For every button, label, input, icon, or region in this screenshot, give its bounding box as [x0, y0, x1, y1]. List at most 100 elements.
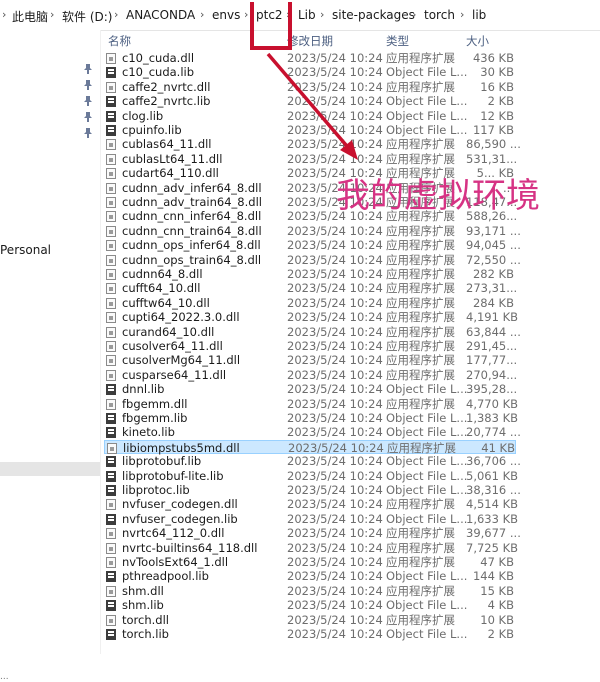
file-size: 12 KB: [480, 108, 514, 123]
file-row[interactable]: cusparse64_11.dll 2023/5/24 10:24 应用程序扩展 27…: [104, 367, 517, 383]
file-size: 16 KB: [480, 79, 514, 94]
file-row[interactable]: libprotobuf-lite.lib 2023/5/24 10:24 Objec…: [104, 469, 518, 484]
file-row[interactable]: nvrtc64_112_0.dll 2023/5/24 10:24 应用程序扩展 39…: [104, 526, 521, 541]
file-name: cusparse64_11.dll: [122, 367, 227, 382]
pane-divider[interactable]: [100, 30, 101, 654]
breadcrumb-item[interactable]: ptc2: [256, 8, 283, 22]
file-name: c10_cuda.lib: [122, 65, 195, 80]
column-header-name[interactable]: 名称: [108, 33, 131, 51]
file-row[interactable]: caffe2_nvrtc.lib 2023/5/24 10:24 Object Fi…: [104, 94, 516, 109]
file-size: 86,590 ...: [466, 137, 521, 152]
file-type: Object File L...: [386, 411, 468, 425]
nav-item-personal[interactable]: Personal: [0, 243, 51, 257]
file-date: 2023/5/24 10:24: [287, 281, 383, 296]
breadcrumb-item[interactable]: 此电脑: [12, 8, 48, 25]
dll-file-icon: [106, 312, 116, 324]
file-row[interactable]: cusolverMg64_11.dll 2023/5/24 10:24 应用程序扩展…: [104, 353, 518, 368]
breadcrumb-item[interactable]: Lib: [298, 8, 316, 22]
file-row[interactable]: torch.lib 2023/5/24 10:24 Object File L...…: [104, 627, 516, 642]
file-row[interactable]: cudnn_cnn_train64_8.dll 2023/5/24 10:24 应用…: [104, 224, 521, 239]
file-date: 2023/5/24 10:24: [287, 598, 383, 613]
file-row[interactable]: c10_cuda.dll 2023/5/24 10:24 应用程序扩展 436 KB: [104, 51, 516, 66]
dll-file-icon: [106, 53, 116, 64]
file-name: shm.dll: [122, 583, 164, 598]
file-row[interactable]: curand64_10.dll 2023/5/24 10:24 应用程序扩展 63,8…: [104, 324, 521, 340]
file-row[interactable]: caffe2_nvrtc.dll 2023/5/24 10:24 应用程序扩展 16 …: [104, 80, 516, 95]
file-row[interactable]: cudnn64_8.dll 2023/5/24 10:24 应用程序扩展 282 KB: [104, 267, 516, 282]
file-row[interactable]: torch.dll 2023/5/24 10:24 应用程序扩展 10 KB: [104, 613, 516, 628]
lib-file-icon: [106, 125, 116, 136]
file-row[interactable]: kineto.lib 2023/5/24 10:24 Object File L..…: [104, 425, 521, 440]
file-type: Object File L...: [386, 382, 468, 397]
file-row[interactable]: pthreadpool.lib 2023/5/24 10:24 Object Fil…: [104, 569, 516, 584]
file-type: 应用程序扩展: [386, 151, 455, 166]
file-row[interactable]: shm.dll 2023/5/24 10:24 应用程序扩展 15 KB: [104, 584, 516, 599]
file-row[interactable]: cusolver64_11.dll 2023/5/24 10:24 应用程序扩展 29…: [104, 339, 517, 354]
file-row[interactable]: dnnl.lib 2023/5/24 10:24 Object File L... 3…: [104, 382, 517, 397]
file-name: cublas64_11.dll: [122, 137, 212, 152]
file-size: 284 KB: [472, 295, 514, 310]
file-name: libprotobuf.lib: [122, 454, 202, 469]
navigation-pane[interactable]: Personal ...: [0, 30, 100, 682]
file-row[interactable]: nvrtc-builtins64_118.dll 2023/5/24 10:24 应…: [104, 541, 518, 556]
file-row[interactable]: nvfuser_codegen.dll 2023/5/24 10:24 应用程序扩展…: [104, 497, 519, 512]
file-type: 应用程序扩展: [387, 440, 456, 455]
file-type: 应用程序扩展: [386, 51, 455, 65]
file-row[interactable]: nvToolsExt64_1.dll 2023/5/24 10:24 应用程序扩展 4…: [104, 555, 516, 570]
file-row[interactable]: cufftw64_10.dll 2023/5/24 10:24 应用程序扩展 284 …: [104, 296, 516, 311]
file-row[interactable]: libprotoc.lib 2023/5/24 10:24 Object File …: [104, 483, 521, 498]
file-type: 应用程序扩展: [386, 396, 455, 411]
file-row[interactable]: libiompstubs5md.dll 2023/5/24 10:24 应用程序扩展…: [104, 439, 516, 455]
lib-file-icon: [106, 470, 116, 482]
file-row[interactable]: cublas64_11.dll 2023/5/24 10:24 应用程序扩展 86,5…: [104, 137, 521, 152]
file-row[interactable]: fbgemm.lib 2023/5/24 10:24 Object File L..…: [104, 411, 518, 426]
file-row[interactable]: libprotobuf.lib 2023/5/24 10:24 Object Fil…: [104, 454, 521, 469]
file-size: 94,045 ...: [466, 238, 521, 253]
breadcrumb-item[interactable]: ANACONDA: [126, 8, 195, 22]
lib-file-icon: [106, 629, 116, 640]
nav-selected-item[interactable]: [0, 462, 100, 476]
breadcrumb-item[interactable]: torch: [424, 8, 455, 22]
file-row[interactable]: cublasLt64_11.dll 2023/5/24 10:24 应用程序扩展 53…: [104, 151, 517, 167]
file-name: torch.lib: [122, 627, 169, 641]
address-bar[interactable]: › 此电脑 › 软件 (D:) › ANACONDA › envs › ptc2…: [0, 0, 600, 31]
breadcrumb-item[interactable]: lib: [472, 8, 486, 22]
file-row[interactable]: cudnn_ops_infer64_8.dll 2023/5/24 10:24 应用…: [104, 238, 521, 253]
file-row[interactable]: nvfuser_codegen.lib 2023/5/24 10:24 Object…: [104, 512, 518, 527]
file-type: 应用程序扩展: [386, 310, 455, 325]
file-size: 177,77...: [466, 353, 518, 368]
breadcrumb-item[interactable]: envs: [212, 8, 240, 22]
column-header-date[interactable]: 修改日期: [287, 33, 333, 51]
file-row[interactable]: cudnn_ops_train64_8.dll 2023/5/24 10:24 应用…: [104, 253, 521, 268]
file-date: 2023/5/24 10:24: [287, 612, 383, 627]
column-header-size[interactable]: 大小: [466, 33, 489, 51]
file-date: 2023/5/24 10:24: [287, 79, 383, 94]
file-row[interactable]: clog.lib 2023/5/24 10:24 Object File L... 1…: [104, 109, 516, 124]
dll-file-icon: [106, 369, 116, 381]
file-row[interactable]: cpuinfo.lib 2023/5/24 10:24 Object File L.…: [104, 123, 516, 138]
breadcrumb-item[interactable]: 软件 (D:): [62, 8, 112, 25]
column-header-type[interactable]: 类型: [386, 33, 409, 51]
file-name: cufft64_10.dll: [122, 281, 201, 296]
file-type: 应用程序扩展: [386, 353, 455, 368]
file-name: curand64_10.dll: [122, 324, 215, 339]
file-size: 4 KB: [487, 598, 514, 613]
file-type: 应用程序扩展: [386, 79, 455, 94]
chevron-right-icon: ›: [114, 8, 119, 21]
file-name: libprotoc.lib: [122, 483, 190, 497]
breadcrumb-item[interactable]: site-packages: [332, 8, 415, 22]
file-size: 4,514 KB: [466, 497, 519, 512]
file-row[interactable]: c10_cuda.lib 2023/5/24 10:24 Object File L…: [104, 65, 516, 80]
file-row[interactable]: cupti64_2022.3.0.dll 2023/5/24 10:24 应用程序扩…: [104, 310, 518, 325]
file-row[interactable]: fbgemm.dll 2023/5/24 10:24 应用程序扩展 4,770 KB: [104, 396, 518, 412]
file-type: 应用程序扩展: [386, 583, 455, 598]
chevron-right-icon: ›: [412, 8, 417, 21]
file-size: 2 KB: [487, 94, 514, 109]
file-type: Object File L...: [386, 123, 468, 137]
file-row[interactable]: shm.lib 2023/5/24 10:24 Object File L... 4 …: [104, 598, 516, 613]
file-size: 30 KB: [480, 65, 514, 80]
file-name: fbgemm.lib: [122, 411, 188, 425]
file-name: cufftw64_10.dll: [122, 295, 210, 310]
file-name: caffe2_nvrtc.lib: [122, 94, 211, 109]
file-row[interactable]: cufft64_10.dll 2023/5/24 10:24 应用程序扩展 273,3…: [104, 281, 517, 296]
